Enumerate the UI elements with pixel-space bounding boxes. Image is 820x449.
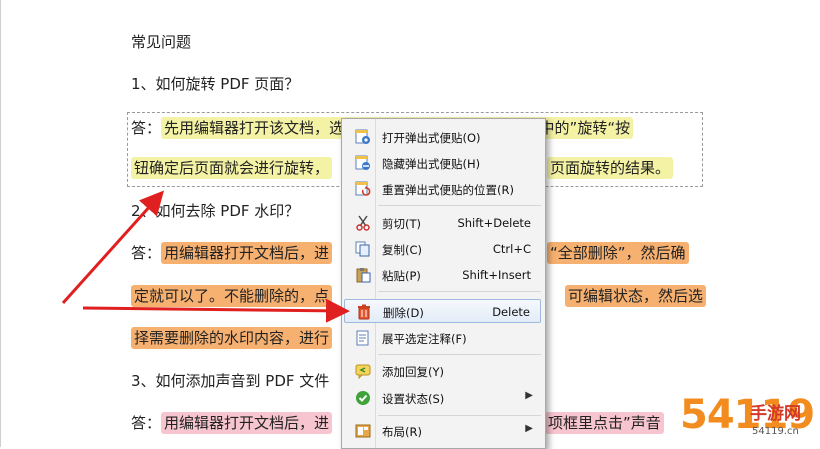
- red-arrow-to-delete: [82, 298, 350, 323]
- watermark-name: 手游网: [750, 404, 801, 424]
- watermark-url: 54119.cn: [752, 426, 799, 437]
- red-arrow-to-annotation: [61, 190, 165, 305]
- annotation-arrows: [61, 190, 350, 323]
